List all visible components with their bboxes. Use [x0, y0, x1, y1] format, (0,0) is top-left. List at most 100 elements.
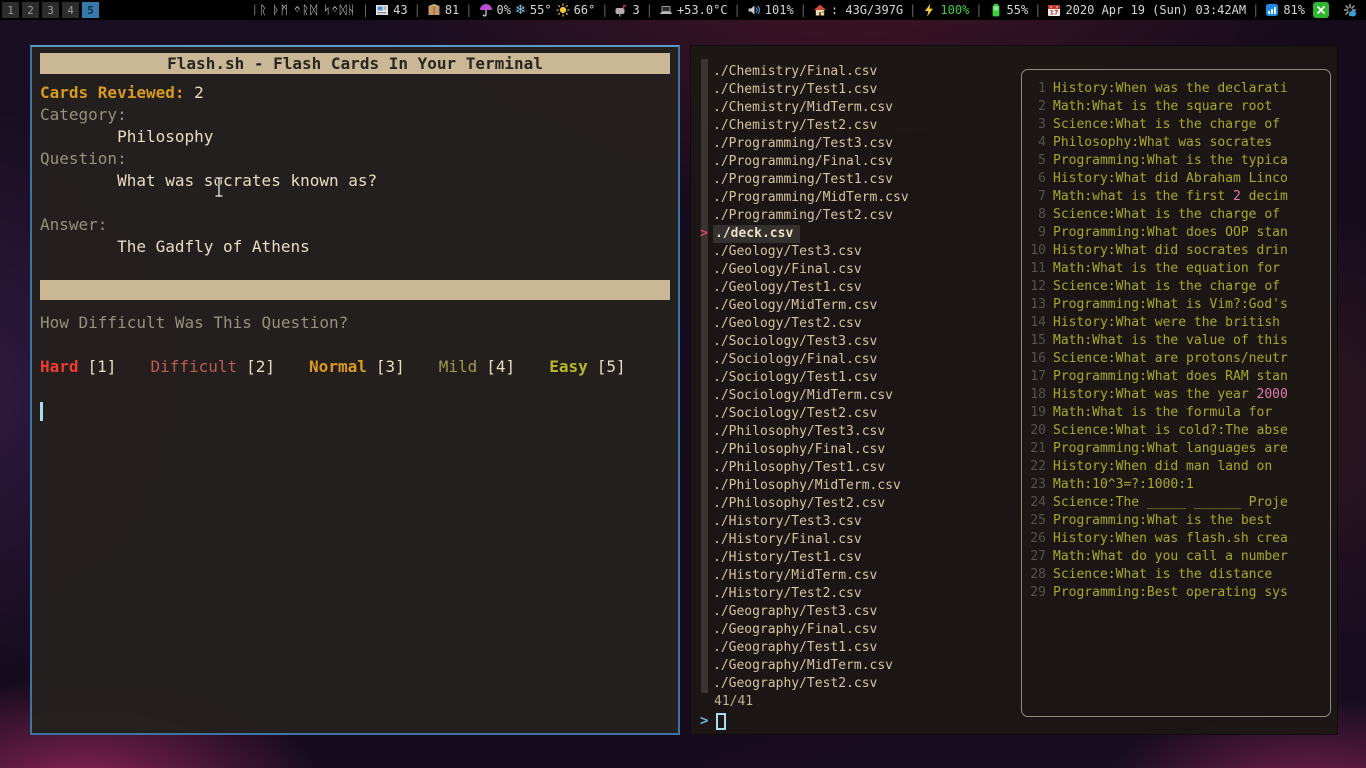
file-name: ./Chemistry/Test2.csv [713, 117, 877, 135]
line-number: 26 [1028, 530, 1046, 548]
pointer-icon [691, 279, 713, 297]
file-row[interactable]: ./History/MidTerm.csv [691, 567, 909, 585]
preview-line: 26History:When was flash.sh crea [1028, 530, 1324, 548]
sun-icon [556, 3, 570, 17]
file-name: ./Geography/Test3.csv [713, 603, 877, 621]
difficulty-option[interactable]: Mild[4] [439, 356, 515, 378]
file-row[interactable]: ./Philosophy/Test2.csv [691, 495, 909, 513]
line-number: 16 [1028, 350, 1046, 368]
preview-line: 21Programming:What languages are [1028, 440, 1324, 458]
file-row[interactable]: ./Philosophy/MidTerm.csv [691, 477, 909, 495]
line-number: 19 [1028, 404, 1046, 422]
line-number: 18 [1028, 386, 1046, 404]
pointer-icon [691, 531, 713, 549]
search-prompt[interactable]: > [700, 712, 726, 730]
preview-line: 18History:What was the year 2000 [1028, 386, 1324, 404]
preview-line: 12Science:What is the charge of [1028, 278, 1324, 296]
preview-line: 28Science:What is the distance [1028, 566, 1324, 584]
file-row[interactable]: ./Chemistry/Test2.csv [691, 117, 909, 135]
difficulty-options: Hard[1] Difficult [2] Normal[3] Mild[4] E… [40, 356, 670, 378]
file-row[interactable]: ./Geography/Final.csv [691, 621, 909, 639]
pointer-icon [691, 207, 713, 225]
difficulty-option[interactable]: Hard[1] [40, 356, 116, 378]
prompt-symbol: > [700, 712, 708, 730]
pointer-icon [691, 567, 713, 585]
news-widget: 43 [375, 3, 407, 17]
file-name: ./Programming/Test3.csv [713, 135, 893, 153]
file-row[interactable]: ./History/Test2.csv [691, 585, 909, 603]
preview-line: 19Math:What is the formula for [1028, 404, 1324, 422]
difficulty-option-label: Mild [439, 357, 478, 376]
pointer-icon [691, 585, 713, 603]
file-row[interactable]: ./Programming/Test3.csv [691, 135, 909, 153]
file-row[interactable]: ./History/Test1.csv [691, 549, 909, 567]
workspace-button[interactable]: 1 [2, 2, 19, 18]
close-x-icon [1316, 5, 1326, 15]
workspace-switcher: 1 2 3 4 5 [0, 2, 99, 18]
pointer-icon [691, 369, 713, 387]
line-number: 15 [1028, 332, 1046, 350]
line-number: 29 [1028, 584, 1046, 602]
question-label: Question: [40, 148, 670, 170]
clock-widget: 17 2020 Apr 19 (Sun) 03:42AM [1047, 3, 1246, 17]
separator [1252, 3, 1259, 17]
file-row[interactable]: ./Geography/Test3.csv [691, 603, 909, 621]
file-row[interactable]: ./Geology/Test2.csv [691, 315, 909, 333]
file-row[interactable]: ./Chemistry/Final.csv [691, 63, 909, 81]
pointer-icon [691, 495, 713, 513]
file-row[interactable]: ./Sociology/Test2.csv [691, 405, 909, 423]
pointer-icon [691, 549, 713, 567]
file-row[interactable]: ./Programming/Test1.csv [691, 171, 909, 189]
cpu-temp-widget: +53.0°C [659, 3, 728, 17]
file-row[interactable]: ./History/Test3.csv [691, 513, 909, 531]
file-row[interactable]: ./Sociology/Final.csv [691, 351, 909, 369]
signal-icon [1265, 3, 1279, 17]
pointer-icon [691, 405, 713, 423]
file-name: ./History/Final.csv [713, 531, 862, 549]
file-row[interactable]: ./History/Final.csv [691, 531, 909, 549]
pointer-icon [691, 63, 713, 81]
file-row[interactable]: ./Programming/Final.csv [691, 153, 909, 171]
fzf-window: ./Chemistry/Final.csv ./Chemistry/Test1.… [690, 45, 1338, 735]
pointer-icon [691, 135, 713, 153]
file-row[interactable]: >./deck.csv [691, 225, 909, 243]
difficulty-option[interactable]: Difficult [2] [150, 356, 275, 378]
line-number: 25 [1028, 512, 1046, 530]
file-row[interactable]: ./Chemistry/Test1.csv [691, 81, 909, 99]
file-row[interactable]: ./Sociology/MidTerm.csv [691, 387, 909, 405]
file-row[interactable]: ./Programming/Test2.csv [691, 207, 909, 225]
file-row[interactable]: ./Philosophy/Test1.csv [691, 459, 909, 477]
preview-line: 4Philosophy:What was socrates [1028, 134, 1324, 152]
file-row[interactable]: ./Philosophy/Test3.csv [691, 423, 909, 441]
answer-value: The Gadfly of Athens [40, 236, 670, 258]
file-row[interactable]: ./Geography/MidTerm.csv [691, 657, 909, 675]
pointer-icon [691, 297, 713, 315]
file-name: ./Geology/Test3.csv [713, 243, 862, 261]
file-row[interactable]: ./Geology/Test1.csv [691, 279, 909, 297]
difficulty-option-label: Difficult [150, 357, 237, 376]
package-icon [427, 3, 441, 17]
close-button[interactable] [1313, 2, 1329, 18]
difficulty-option[interactable]: Normal[3] [309, 356, 405, 378]
file-name: ./Sociology/MidTerm.csv [713, 387, 893, 405]
file-row[interactable]: ./Geology/Test3.csv [691, 243, 909, 261]
workspace-button[interactable]: 4 [62, 2, 79, 18]
line-number: 8 [1028, 206, 1046, 224]
file-row[interactable]: ./Geography/Test1.csv [691, 639, 909, 657]
gear-dot-icon [1343, 3, 1357, 17]
file-row[interactable]: ./Geology/Final.csv [691, 261, 909, 279]
difficulty-option[interactable]: Easy[5] [549, 356, 625, 378]
workspace-button[interactable]: 2 [22, 2, 39, 18]
file-row[interactable]: ./Geology/MidTerm.csv [691, 297, 909, 315]
file-row[interactable]: ./Programming/MidTerm.csv [691, 189, 909, 207]
workspace-button[interactable]: 5 [82, 2, 99, 18]
difficulty-option-key: [2] [246, 357, 275, 376]
file-row[interactable]: ./Chemistry/MidTerm.csv [691, 99, 909, 117]
workspace-button[interactable]: 3 [42, 2, 59, 18]
file-row[interactable]: ./Sociology/Test1.csv [691, 369, 909, 387]
file-row[interactable]: ./Sociology/Test3.csv [691, 333, 909, 351]
line-number: 9 [1028, 224, 1046, 242]
file-row[interactable]: ./Philosophy/Final.csv [691, 441, 909, 459]
file-row[interactable]: ./Geography/Test2.csv [691, 675, 909, 693]
tray-icon[interactable] [1343, 3, 1357, 17]
